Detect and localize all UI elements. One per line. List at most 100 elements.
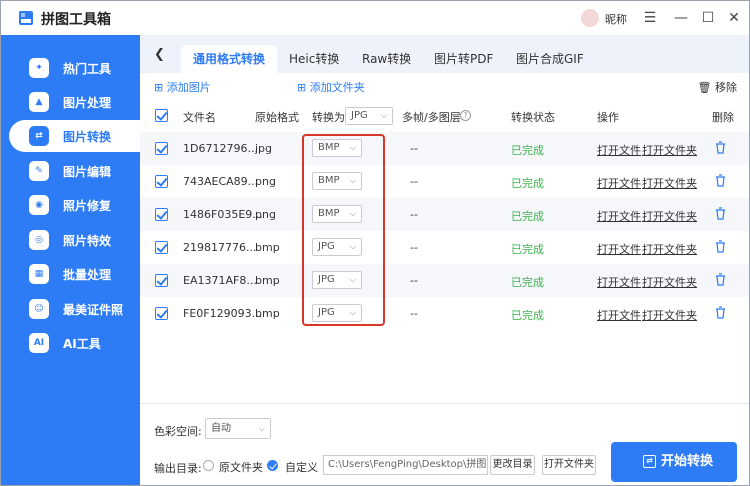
table-header: 文件名 原始格式 转换为 JPG ⌵ 多帧/多图层 ? 转换状态 操作 删除 bbox=[140, 101, 749, 131]
row-status: 已完成 bbox=[511, 309, 544, 322]
ai-tools-icon: AI bbox=[29, 333, 49, 353]
open-file-link[interactable]: 打开文件 bbox=[597, 274, 641, 290]
convert-all-select[interactable]: JPG ⌵ bbox=[345, 107, 393, 125]
format-column-highlight bbox=[302, 134, 385, 326]
row-checkbox[interactable] bbox=[155, 241, 168, 254]
sidebar: ✦ 热门工具 ▲ 图片处理 ⇄ 图片转换 ✎ 图片编辑 ◉ 照片修复 ◎ 照片特… bbox=[1, 35, 140, 485]
trash-icon[interactable] bbox=[715, 141, 726, 154]
original-folder-label[interactable]: 原文件夹 bbox=[219, 459, 263, 475]
sidebar-item-image-edit[interactable]: ✎ 图片编辑 bbox=[1, 155, 140, 187]
sidebar-item-label: 图片处理 bbox=[63, 96, 112, 110]
row-checkbox[interactable] bbox=[155, 142, 168, 155]
folder-plus-icon: ⊞ bbox=[297, 81, 307, 94]
trash-icon[interactable] bbox=[715, 207, 726, 220]
sidebar-item-batch[interactable]: ▦ 批量处理 bbox=[1, 258, 140, 290]
header-original-format: 原始格式 bbox=[255, 111, 299, 124]
tab-heic[interactable]: Heic转换 bbox=[277, 45, 351, 73]
sidebar-item-label: 照片特效 bbox=[63, 234, 112, 248]
output-dir-label: 输出目录: bbox=[154, 462, 202, 475]
open-folder-link[interactable]: 打开文件夹 bbox=[642, 307, 697, 323]
tab-bar: ❮ 通用格式转换 Heic转换 Raw转换 图片转PDF 图片合成GIF bbox=[140, 35, 749, 73]
photo-effects-icon: ◎ bbox=[29, 230, 49, 250]
trash-icon[interactable] bbox=[715, 174, 726, 187]
open-folder-button[interactable]: 打开文件夹 bbox=[542, 455, 596, 475]
open-file-link[interactable]: 打开文件 bbox=[597, 241, 641, 257]
table-row[interactable]: EA1371AF8... bmp JPG ⌵ -- 已完成 打开文件 打开文件夹 bbox=[140, 264, 749, 297]
divider bbox=[140, 403, 749, 404]
sidebar-item-id-photo[interactable]: ☺ 最美证件照 bbox=[1, 293, 140, 325]
close-button[interactable]: ✕ bbox=[723, 7, 745, 29]
maximize-button[interactable]: ☐ bbox=[697, 7, 719, 29]
row-filename: EA1371AF8... bbox=[183, 274, 257, 287]
menu-icon[interactable]: ☰ bbox=[639, 7, 661, 29]
sidebar-item-photo-effects[interactable]: ◎ 照片特效 bbox=[1, 224, 140, 256]
chevron-down-icon: ⌵ bbox=[380, 111, 387, 120]
nickname-label[interactable]: 昵称 bbox=[605, 11, 627, 27]
row-checkbox[interactable] bbox=[155, 208, 168, 221]
open-folder-link[interactable]: 打开文件夹 bbox=[642, 274, 697, 290]
remove-button[interactable]: 🗑 移除 bbox=[698, 79, 737, 95]
sidebar-item-image-convert[interactable]: ⇄ 图片转换 bbox=[9, 120, 140, 152]
trash-icon: 🗑 bbox=[697, 81, 712, 94]
table-row[interactable]: FE0F129093... bmp JPG ⌵ -- 已完成 打开文件 打开文件夹 bbox=[140, 297, 749, 330]
image-edit-icon: ✎ bbox=[29, 161, 49, 181]
tab-image-to-gif[interactable]: 图片合成GIF bbox=[504, 45, 596, 73]
row-format: bmp bbox=[255, 307, 280, 320]
sidebar-item-hot-tools[interactable]: ✦ 热门工具 bbox=[1, 52, 140, 84]
trash-icon[interactable] bbox=[715, 306, 726, 319]
table-row[interactable]: 219817776... bmp JPG ⌵ -- 已完成 打开文件 打开文件夹 bbox=[140, 231, 749, 264]
table-row[interactable]: 1D6712796... jpg BMP ⌵ -- 已完成 打开文件 打开文件夹 bbox=[140, 132, 749, 165]
change-dir-button[interactable]: 更改目录 bbox=[490, 455, 535, 475]
trash-icon[interactable] bbox=[715, 273, 726, 286]
sidebar-item-label: 最美证件照 bbox=[63, 303, 124, 317]
table-row[interactable]: 1486F035E9... png BMP ⌵ -- 已完成 打开文件 打开文件夹 bbox=[140, 198, 749, 231]
sidebar-item-photo-repair[interactable]: ◉ 照片修复 bbox=[1, 189, 140, 221]
original-folder-radio[interactable] bbox=[203, 460, 214, 471]
open-file-link[interactable]: 打开文件 bbox=[597, 142, 641, 158]
batch-icon: ▦ bbox=[29, 264, 49, 284]
open-folder-link[interactable]: 打开文件夹 bbox=[642, 208, 697, 224]
toolbar: ⊞ 添加图片 ⊞ 添加文件夹 🗑 移除 bbox=[140, 73, 749, 99]
help-icon[interactable]: ? bbox=[460, 110, 471, 121]
hot-tools-icon: ✦ bbox=[29, 58, 49, 78]
open-folder-link[interactable]: 打开文件夹 bbox=[642, 175, 697, 191]
custom-folder-label[interactable]: 自定义 bbox=[285, 459, 318, 475]
convert-icon: ⇄ bbox=[643, 455, 656, 468]
sidebar-item-ai-tools[interactable]: AI AI工具 bbox=[1, 327, 140, 359]
avatar[interactable] bbox=[581, 9, 599, 27]
custom-folder-radio[interactable] bbox=[267, 460, 278, 471]
sidebar-item-label: 图片转换 bbox=[63, 130, 112, 144]
start-convert-button[interactable]: ⇄ 开始转换 bbox=[611, 442, 737, 482]
row-checkbox[interactable] bbox=[155, 175, 168, 188]
row-status: 已完成 bbox=[511, 144, 544, 157]
select-all-checkbox[interactable] bbox=[155, 109, 168, 122]
tab-image-to-pdf[interactable]: 图片转PDF bbox=[422, 45, 505, 73]
output-path-input[interactable]: C:\Users\FengPing\Desktop\拼图... bbox=[323, 455, 488, 475]
open-file-link[interactable]: 打开文件 bbox=[597, 307, 641, 323]
open-folder-link[interactable]: 打开文件夹 bbox=[642, 142, 697, 158]
back-arrow-icon[interactable]: ❮ bbox=[154, 47, 170, 63]
row-frames: -- bbox=[410, 208, 418, 221]
open-file-link[interactable]: 打开文件 bbox=[597, 208, 641, 224]
row-filename: 1486F035E9... bbox=[183, 208, 263, 221]
color-space-select[interactable]: 自动 ⌵ bbox=[205, 418, 271, 439]
open-folder-link[interactable]: 打开文件夹 bbox=[642, 241, 697, 257]
tab-general-convert[interactable]: 通用格式转换 bbox=[181, 45, 278, 73]
sidebar-item-image-processing[interactable]: ▲ 图片处理 bbox=[1, 86, 140, 118]
row-checkbox[interactable] bbox=[155, 307, 168, 320]
tab-raw[interactable]: Raw转换 bbox=[350, 45, 423, 73]
sidebar-item-label: 批量处理 bbox=[63, 268, 112, 282]
trash-icon[interactable] bbox=[715, 240, 726, 253]
row-frames: -- bbox=[410, 142, 418, 155]
add-folder-button[interactable]: ⊞ 添加文件夹 bbox=[297, 79, 365, 95]
row-format: png bbox=[255, 208, 276, 221]
row-checkbox[interactable] bbox=[155, 274, 168, 287]
row-filename: 1D6712796... bbox=[183, 142, 258, 155]
open-file-link[interactable]: 打开文件 bbox=[597, 175, 641, 191]
minimize-button[interactable]: — bbox=[670, 7, 692, 29]
sidebar-item-label: 热门工具 bbox=[63, 62, 112, 76]
add-image-button[interactable]: ⊞ 添加图片 bbox=[154, 79, 211, 95]
row-filename: 219817776... bbox=[183, 241, 257, 254]
row-filename: FE0F129093... bbox=[183, 307, 263, 320]
table-row[interactable]: 743AECA89... png BMP ⌵ -- 已完成 打开文件 打开文件夹 bbox=[140, 165, 749, 198]
